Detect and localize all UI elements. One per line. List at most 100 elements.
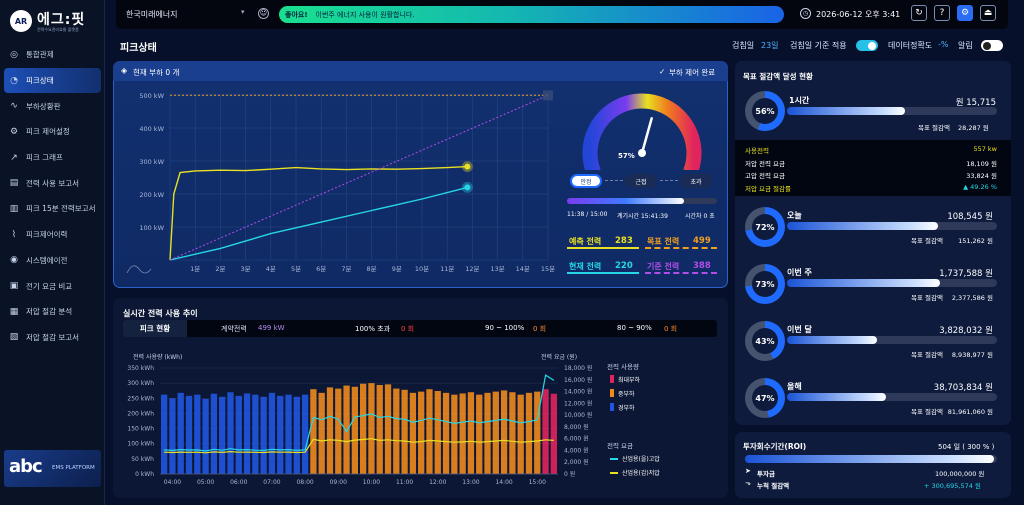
base-power-box: 기준 전력 388 — [645, 258, 717, 274]
legend-item[interactable]: 중부하 — [610, 388, 690, 402]
bar-최대부하 — [550, 393, 557, 474]
sidebar-item-2[interactable]: ◔ 피크상태 — [4, 67, 101, 94]
x-tick-label: 8분 — [367, 265, 377, 273]
period-target-value: 151,262 원 — [958, 237, 993, 245]
sidebar-item-label: 전력 사용 보고서 — [26, 178, 80, 188]
bar-중부하 — [442, 392, 450, 474]
predicted-power-box: 예측 전력 283 — [567, 233, 639, 249]
chip-near[interactable]: 근접 — [625, 174, 657, 188]
sidebar-item-6[interactable]: ▤ 전력 사용 보고서 — [0, 170, 105, 196]
progress-mid: 계기시간 15:41:39 — [617, 213, 668, 220]
bar-경부하 — [285, 394, 292, 474]
period-value: 3,828,032 원 — [939, 326, 993, 336]
sidebar-item-11[interactable]: ▦ 저압 절감 분석 — [0, 299, 105, 325]
legend-label: 산업용(을)고압 — [622, 456, 660, 463]
ems-label: EMS PLATFORM — [52, 465, 95, 471]
period-label: 이번 주 — [787, 268, 812, 277]
bar-중부하 — [451, 394, 458, 474]
peak-gauge — [582, 93, 702, 170]
bar-중부하 — [459, 393, 466, 474]
period-target-value: 2,377,586 원 — [951, 294, 993, 302]
legend-item[interactable]: 최대부하 — [610, 374, 690, 388]
sidebar-item-label: 부하상황판 — [26, 101, 61, 111]
legend-label: 최대부하 — [618, 377, 641, 384]
page-title: 피크상태 — [120, 43, 157, 54]
period-bar-track — [787, 393, 997, 401]
bar-report-icon: ▤ — [9, 178, 19, 189]
legend-item[interactable]: 산업용(갑)저압 — [610, 467, 690, 481]
y-tick-label: 100 kW — [139, 224, 164, 232]
sidebar-item-3[interactable]: ∿ 부하상황판 — [0, 93, 105, 119]
series-line-3 — [169, 94, 549, 261]
sidebar: AR 에그:핏 전력수요관리효율 플랫폼 ◎ 통합관제 ◔ 피크상태 ∿ 부하상황판 ⚙ 피크… — [0, 0, 105, 505]
legend-item[interactable]: 산업용(을)고압 — [610, 453, 690, 467]
hour-progress-ring: 56% — [745, 91, 785, 131]
ems-platform-banner[interactable]: abc EMS PLATFORM — [4, 450, 101, 487]
predicted-label: 예측 전력 — [569, 237, 602, 246]
sidebar-item-12[interactable]: ▧ 저압 절감 보고서 — [0, 325, 105, 351]
peak-line-chart: 100 kW 200 kW 300 kW 400 kW 500 kW 1분 2분 3분 4분 5분… — [126, 90, 555, 274]
sidebar-item-10[interactable]: ▣ 전기 요금 비교 — [0, 273, 105, 299]
gauge-needle — [640, 117, 653, 155]
x-tick-label: 7분 — [341, 265, 351, 273]
period-bar-fill — [787, 279, 941, 287]
sidebar-item-label: 피크상태 — [26, 76, 54, 86]
logout-button[interactable]: ⏏ — [980, 5, 996, 21]
chip-stable[interactable]: 안정 — [570, 174, 602, 188]
current-label: 현재 전력 — [569, 262, 602, 271]
progress-left: 11:38 / 15:00 — [567, 211, 608, 218]
sidebar-item-8[interactable]: ⌇ 피크제어이력 — [0, 222, 105, 248]
sidebar-item-5[interactable]: ↗ 피크 그래프 — [0, 145, 105, 171]
legend-item[interactable]: 경부하 — [610, 402, 690, 416]
sidebar-item-7[interactable]: ▥ 피크 15분 전력보고서 — [0, 196, 105, 222]
bar-경부하 — [185, 395, 193, 474]
period-value: 108,545 원 — [947, 212, 993, 222]
usage-bar-chart: 0 kWh 50 kWh 100 kWh 150 kWh 200 kWh 250 kWh 3… — [127, 364, 592, 486]
hour-bar-track — [787, 107, 997, 115]
control-status-text: 부하 제어 완료 — [669, 68, 716, 77]
series-line-1 — [169, 165, 468, 261]
refresh-button[interactable]: ↻ — [911, 5, 927, 21]
bar-경부하 — [277, 395, 284, 474]
y-tick-label: 300 kW — [139, 158, 164, 166]
y-tick-label: 200 kWh — [127, 410, 154, 417]
period-target-value: 81,961,060 원 — [947, 408, 993, 416]
company-select[interactable]: 한국미래에너지 — [126, 9, 178, 20]
period-target-label: 목표 절감액 — [911, 237, 943, 245]
hour-target-label: 목표 절감액 — [918, 124, 950, 132]
savings-icon: ⬎ — [745, 479, 751, 487]
detail-value: 18,109 원 — [966, 159, 997, 168]
sidebar-item-4[interactable]: ⚙ 피크 제어설정 — [0, 119, 105, 145]
settings-button[interactable]: ⚙ — [957, 5, 973, 21]
target-endpoint-marker — [543, 90, 553, 101]
period-value: 38,703,834 원 — [933, 383, 993, 393]
bar-중부하 — [360, 383, 367, 474]
bar-중부하 — [426, 389, 433, 474]
y-tick-label: 100 kWh — [127, 441, 154, 448]
sidebar-item-label: 피크 15분 전력보고서 — [26, 204, 96, 214]
chip-over[interactable]: 초과 — [680, 174, 712, 188]
y-tick-label: 50 kWh — [131, 456, 154, 463]
alarm-toggle[interactable] — [981, 40, 1003, 51]
target-power-box: 목표 전력 499 — [645, 233, 717, 249]
bar-경부하 — [219, 396, 226, 474]
sidebar-item-1[interactable]: ◎ 통합관제 — [0, 42, 105, 68]
band2-label: 80 ~ 90% — [617, 324, 652, 332]
app-logo[interactable]: AR 에그:핏 전력수요관리효율 플랫폼 — [10, 8, 100, 34]
bar-중부하 — [492, 391, 499, 474]
help-button[interactable]: ? — [934, 5, 950, 21]
x-tick-label: 12분 — [465, 265, 479, 273]
over-value: 0 회 — [401, 325, 415, 333]
chevron-down-icon[interactable]: ▾ — [241, 8, 245, 16]
sidebar-item-label: 피크 제어설정 — [26, 127, 70, 137]
x-tick-label: 04:00 — [164, 479, 181, 486]
bar-경부하 — [210, 393, 218, 474]
series-endpoint — [464, 184, 471, 191]
sidebar-item-9[interactable]: ◉ 시스템에이전 — [0, 248, 105, 274]
hour-percent: 56% — [752, 98, 778, 124]
pulse-icon: ∿ — [10, 101, 18, 112]
check-basis-toggle[interactable] — [856, 40, 878, 51]
bar-경부하 — [161, 394, 168, 474]
series-endpoint — [464, 163, 471, 170]
user-icon[interactable]: ☺ — [258, 8, 269, 19]
